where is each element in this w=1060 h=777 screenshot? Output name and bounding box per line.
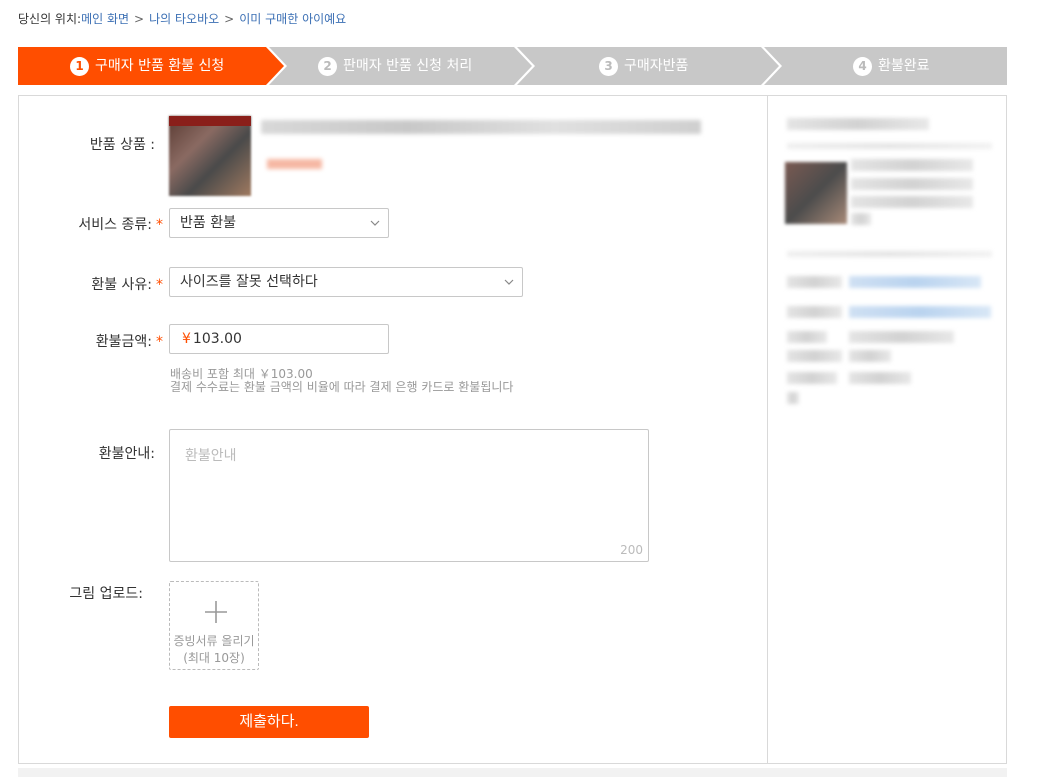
refund-amount-max-hint: 배송비 포함 최대 ￥103.00 [170,367,313,381]
breadcrumb-prefix: 당신의 위치: [18,12,82,26]
product-title-blurred [261,120,701,134]
order-field-label-blurred [787,306,842,318]
submit-button[interactable]: 제출하다. [169,706,369,738]
required-mark: * [156,217,163,233]
progress-steps: 1 구매자 반품 환불 신청 2 판매자 반품 신청 처리 3 구매자반품 4 … [18,47,1007,85]
breadcrumb-separator: > [134,12,145,26]
chevron-down-icon [504,279,514,285]
chevron-down-icon [370,220,380,226]
refund-amount-value: 103.00 [192,331,242,347]
refund-reason-label: 환불 사유: * [91,277,163,293]
order-field-value-blurred [849,372,911,384]
order-product-line-blurred [851,213,871,225]
order-product-line-blurred [851,178,973,190]
order-product-line-blurred [851,196,973,208]
order-field-value-blurred [849,350,891,362]
order-info-line-blurred [787,251,992,257]
step-4: 4 환불완료 [853,47,930,85]
upload-limit-text: (최대 10장) [183,651,245,665]
service-type-select[interactable]: 반품 환불 [169,208,389,238]
currency-symbol: ¥ [182,331,191,347]
step-number-4: 4 [853,56,872,76]
step-number-3: 3 [599,56,618,76]
order-field-label-blurred [787,350,842,362]
step-1: 1 구매자 반품 환불 신청 [70,47,224,85]
panel-divider [767,96,768,763]
refund-amount-input[interactable]: ¥103.00 [169,324,389,354]
breadcrumb-link-purchased[interactable]: 이미 구매한 아이예요 [239,12,346,26]
refund-reason-value: 사이즈를 잘못 선택하다 [180,274,318,290]
refund-notes-placeholder: 환불안내 [185,448,237,464]
refund-amount-label: 환불금액: * [95,334,163,350]
plus-icon [205,601,227,623]
breadcrumb-separator: > [224,12,235,26]
step-number-2: 2 [318,56,337,76]
order-info-line-blurred [787,143,992,149]
product-thumbnail[interactable] [169,116,251,196]
refund-reason-select[interactable]: 사이즈를 잘못 선택하다 [169,267,523,297]
step-label-4: 환불완료 [878,58,930,74]
order-field-value-blurred [849,276,981,288]
service-type-value: 반품 환불 [180,215,236,231]
order-info-title-blurred [787,118,929,130]
step-label-2: 판매자 반품 신청 처리 [343,58,473,74]
breadcrumb: 당신의 위치:메인 화면 > 나의 타오바오 > 이미 구매한 아이예요 [18,10,346,27]
character-counter: 200 [620,543,643,557]
step-label-1: 구매자 반품 환불 신청 [95,58,225,74]
order-field-value-blurred [849,306,991,318]
order-field-label-blurred [787,276,842,288]
footer-strip [18,768,1007,777]
breadcrumb-link-home[interactable]: 메인 화면 [81,12,129,26]
refund-notes-label: 환불안내: [98,446,155,462]
service-type-label: 서비스 종류: * [78,217,163,233]
order-field-label-blurred [787,392,799,404]
image-upload-button[interactable]: 증빙서류 올리기 (최대 10장) [169,581,259,670]
step-number-1: 1 [70,56,89,76]
step-3: 3 구매자반품 [599,47,688,85]
product-label: 반품 상품 : [89,137,155,153]
order-thumbnail-blurred [785,162,847,224]
product-price-blurred [267,159,322,169]
order-field-value-blurred [849,331,954,343]
order-field-label-blurred [787,372,837,384]
order-field-label-blurred [787,331,827,343]
image-upload-label: 그림 업로드: [69,586,143,602]
step-label-3: 구매자반품 [624,58,689,74]
refund-form-panel: 반품 상품 : 서비스 종류: * 반품 환불 환불 사유: * 사이즈를 잘못 선… [18,95,1007,764]
upload-text: 증빙서류 올리기 [173,634,255,648]
required-mark: * [156,334,163,350]
refund-fee-hint: 결제 수수료는 환불 금액의 비율에 따라 결제 은행 카드로 환불됩니다 [170,380,514,394]
order-product-line-blurred [851,159,973,171]
product-thumbnail-border [169,116,251,126]
breadcrumb-link-my-taobao[interactable]: 나의 타오바오 [149,12,219,26]
required-mark: * [156,277,163,293]
step-2: 2 판매자 반품 신청 처리 [318,47,472,85]
refund-notes-textarea[interactable]: 환불안내 200 [169,429,649,562]
